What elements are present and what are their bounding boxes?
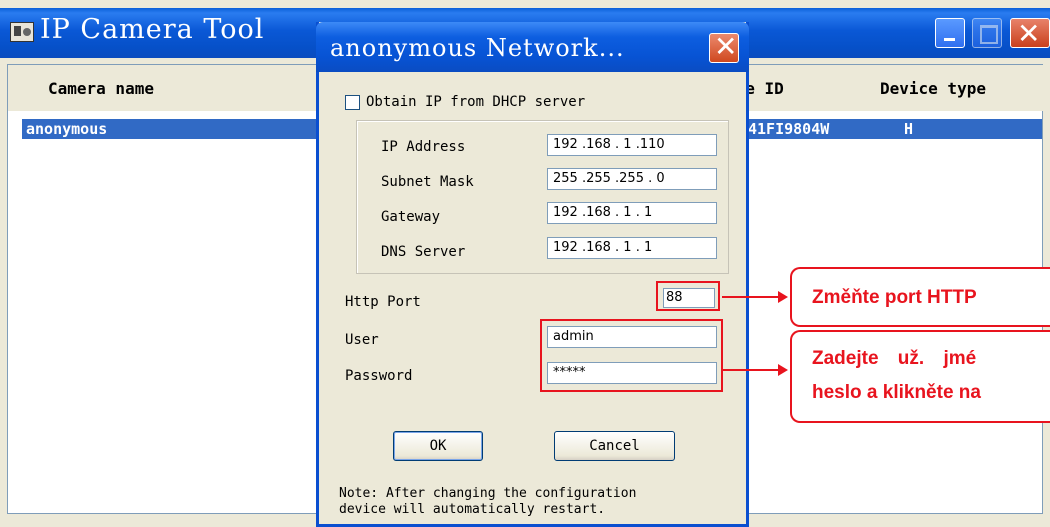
ip-address-field[interactable]: 192 .168 . 1 .110 xyxy=(547,134,717,156)
callout-line-2: heslo a klikněte na xyxy=(812,382,981,403)
close-button[interactable]: ✕ xyxy=(1010,17,1050,50)
network-dialog: anonymous Network... ✕ Obtain IP from DH… xyxy=(316,22,749,527)
camera-app-icon xyxy=(10,22,34,42)
note-line-1: Note: After changing the configuration xyxy=(339,486,637,501)
http-port-highlight xyxy=(656,281,720,311)
cell-camera-name: anonymous xyxy=(26,120,108,138)
dhcp-checkbox-row[interactable]: Obtain IP from DHCP server xyxy=(345,94,585,110)
dhcp-label: Obtain IP from DHCP server xyxy=(366,94,586,110)
callout-line-1: Zadejte už. jmé xyxy=(812,348,977,369)
cancel-button[interactable]: Cancel xyxy=(554,431,675,461)
note-line-2: device will automatically restart. xyxy=(339,502,606,517)
credentials-highlight xyxy=(540,319,723,392)
cell-device-id: 41FI9804W xyxy=(748,120,830,138)
dialog-close-button[interactable]: ✕ xyxy=(709,30,739,63)
close-icon: ✕ xyxy=(714,30,738,63)
minimize-button[interactable] xyxy=(935,18,965,48)
http-port-label: Http Port xyxy=(345,294,421,310)
main-window-title: IP Camera Tool xyxy=(40,14,265,45)
callout-change-port: Změňte port HTTP xyxy=(790,267,1050,327)
dns-server-field[interactable]: 192 .168 . 1 . 1 xyxy=(547,237,717,259)
arrow-http-port xyxy=(722,291,788,303)
subnet-mask-field[interactable]: 255 .255 .255 . 0 xyxy=(547,168,717,190)
cell-device-type: H xyxy=(904,120,914,138)
arrow-credentials xyxy=(723,364,788,376)
gateway-label: Gateway xyxy=(381,209,441,225)
column-camera-name[interactable]: Camera name xyxy=(48,79,154,98)
column-device-type[interactable]: Device type xyxy=(880,79,986,98)
ok-button[interactable]: OK xyxy=(393,431,483,461)
user-label: User xyxy=(345,332,379,348)
ip-address-label: IP Address xyxy=(381,139,466,155)
dialog-titlebar[interactable]: anonymous Network... ✕ xyxy=(316,22,749,72)
password-label: Password xyxy=(345,368,413,384)
callout-enter-credentials: Zadejte už. jmé heslo a klikněte na xyxy=(790,330,1050,423)
dns-server-label: DNS Server xyxy=(381,244,466,260)
dhcp-checkbox[interactable] xyxy=(345,94,360,110)
gateway-field[interactable]: 192 .168 . 1 . 1 xyxy=(547,202,717,224)
subnet-mask-label: Subnet Mask xyxy=(381,174,474,190)
restart-note: Note: After changing the configuration d… xyxy=(339,486,636,518)
maximize-button[interactable] xyxy=(972,18,1002,48)
close-icon: ✕ xyxy=(1017,17,1041,50)
dialog-title: anonymous Network... xyxy=(330,34,625,62)
